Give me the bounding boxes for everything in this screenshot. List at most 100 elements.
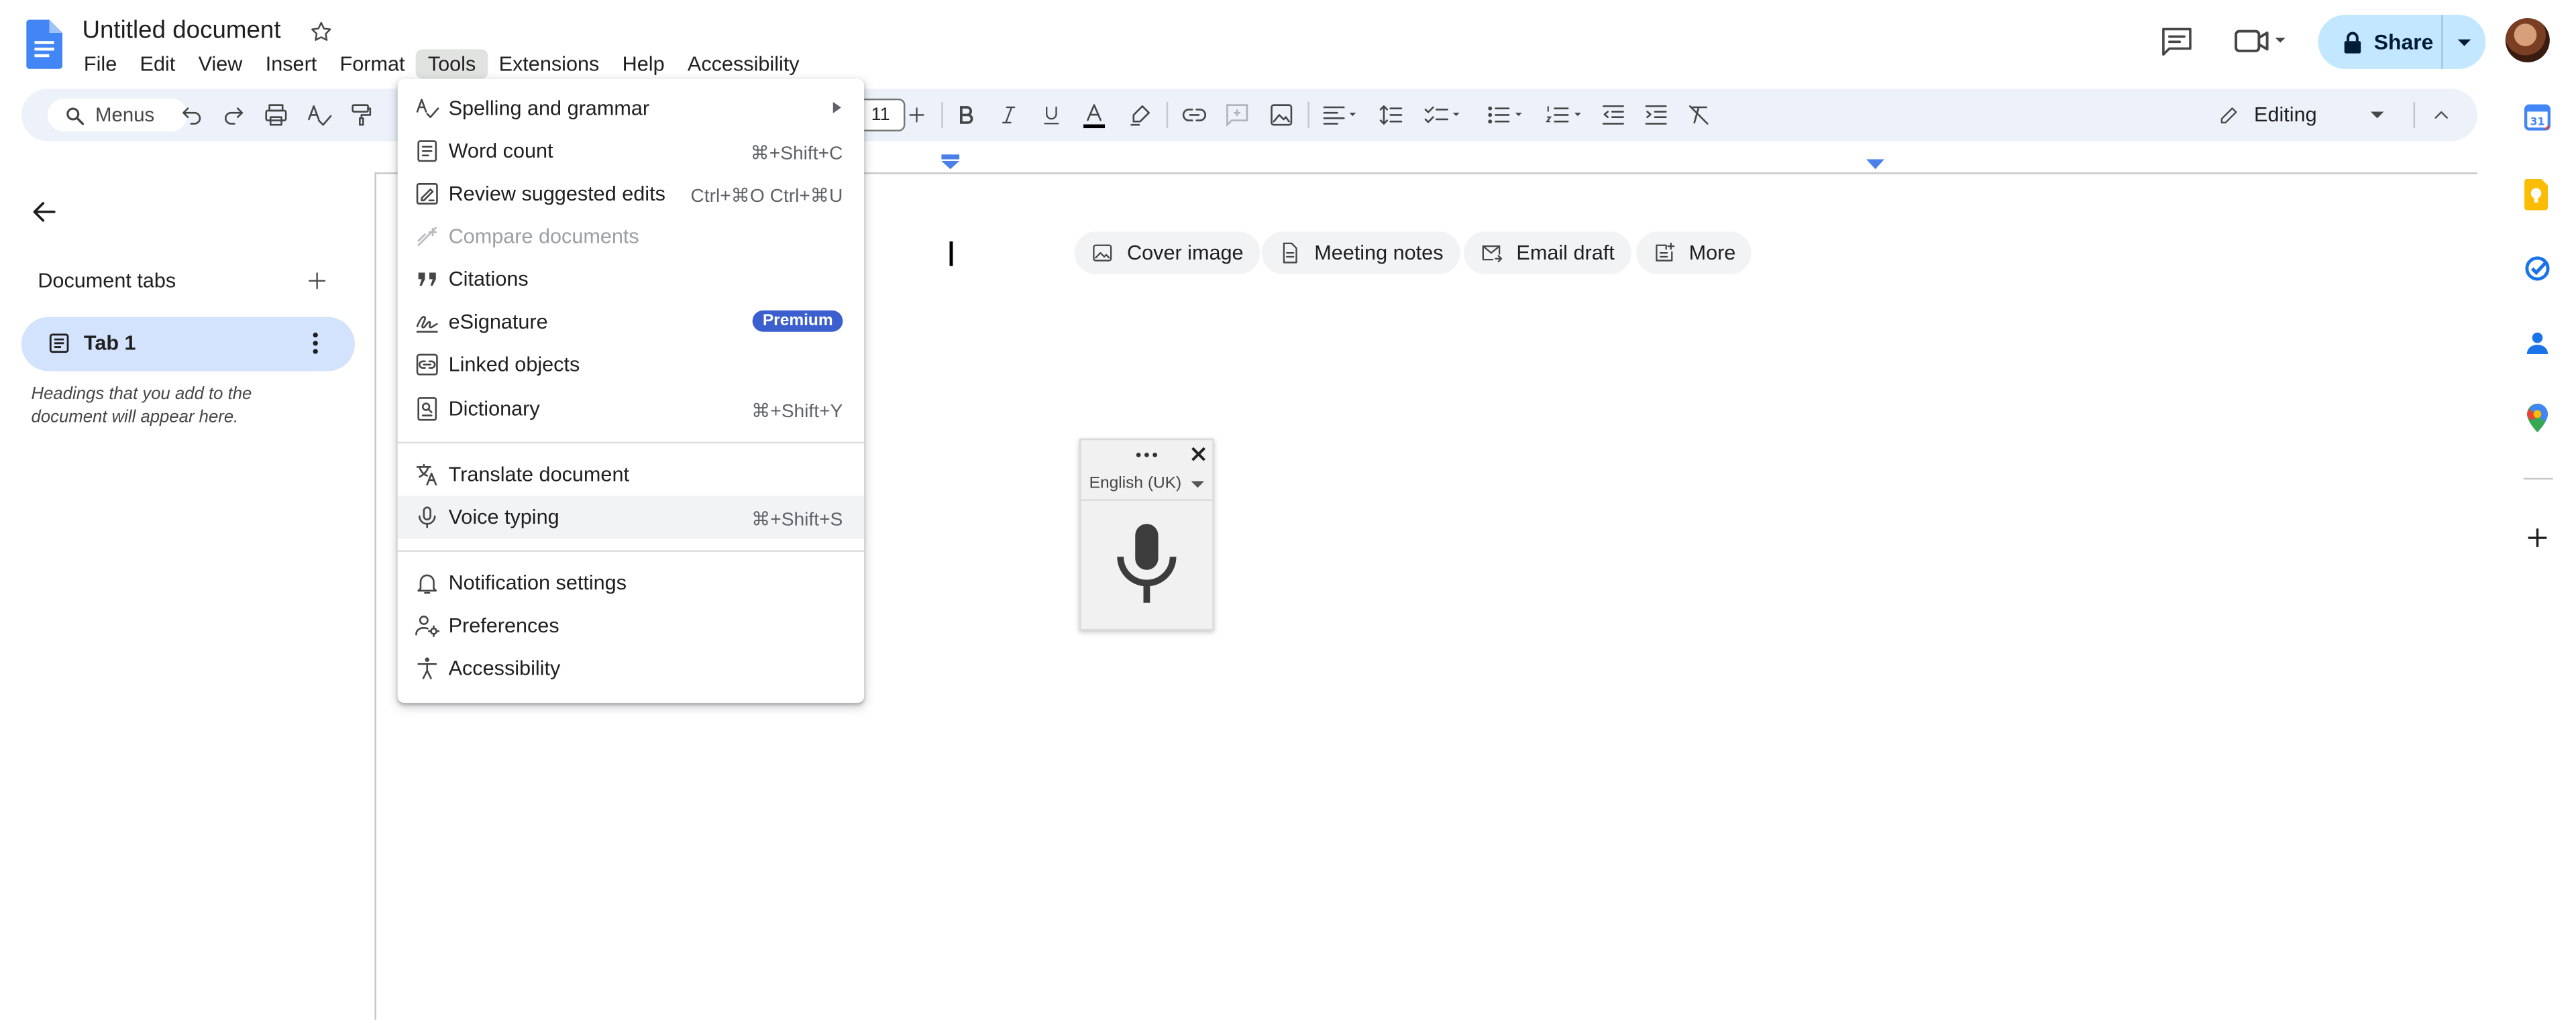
text-cursor [949,241,953,266]
voice-widget-drag-handle[interactable] [1081,440,1212,469]
share-button-group: Share [2318,15,2486,69]
undo-icon[interactable] [179,102,205,128]
share-button[interactable]: Share [2318,15,2442,69]
submenu-arrow-icon [833,101,841,113]
bold-icon[interactable] [955,102,977,128]
menu-insert[interactable]: Insert [254,49,329,78]
menus-search-input[interactable]: Menus [48,98,188,131]
increase-font-size-icon[interactable] [905,102,928,128]
voice-language-select[interactable]: English (UK) [1089,475,1181,493]
menu-item-notification-settings[interactable]: Notification settings [398,562,865,605]
checklist-icon[interactable] [1421,102,1467,128]
cover-image-chip[interactable]: Cover image [1074,231,1260,274]
ruler-indent-marker[interactable] [941,154,960,170]
chevron-up-icon[interactable] [2430,102,2453,128]
menu-item-esignature[interactable]: eSignature Premium [398,300,865,343]
chip-label: Cover image [1127,241,1244,265]
contacts-icon[interactable] [2524,329,2552,357]
menu-format[interactable]: Format [328,49,416,78]
add-icon[interactable] [2524,524,2552,552]
menu-item-word-count[interactable]: Word count ⌘+Shift+C [398,129,865,172]
editing-mode-selector[interactable]: Editing [2218,95,2415,135]
keep-icon[interactable] [2524,178,2552,211]
meet-video-icon[interactable] [2231,25,2290,58]
avatar[interactable] [2505,17,2550,63]
menus-search-label: Menus [95,103,155,127]
compare-icon [414,223,440,249]
italic-icon[interactable] [998,102,1020,128]
ruler-right-margin-marker[interactable] [1866,159,1885,171]
add-tab-icon[interactable] [306,270,329,292]
clear-formatting-icon[interactable] [1686,102,1712,128]
add-comment-icon[interactable] [1224,102,1250,128]
redo-icon[interactable] [220,102,246,128]
menu-extensions[interactable]: Extensions [487,49,610,78]
headings-hint-text: Headings that you add to the document wi… [31,384,252,427]
tasks-icon[interactable] [2524,255,2552,283]
editing-mode-label: Editing [2254,103,2317,127]
spellcheck-toolbar-icon[interactable] [306,102,332,128]
line-spacing-icon[interactable] [1377,102,1406,128]
menu-file[interactable]: File [72,49,129,78]
more-chip[interactable]: More [1636,231,1752,274]
numbered-list-icon[interactable] [1543,102,1589,128]
docs-logo-icon[interactable] [26,19,63,69]
paint-format-icon[interactable] [348,102,374,128]
menu-item-linked-objects[interactable]: Linked objects [398,343,865,386]
print-icon[interactable] [263,102,289,128]
svg-text:31: 31 [2530,115,2545,127]
insert-link-icon[interactable] [1181,102,1208,128]
accessibility-icon [414,655,440,681]
chip-label: More [1688,241,1736,265]
mic-icon [414,504,440,530]
menu-edit[interactable]: Edit [128,49,186,78]
calendar-icon[interactable]: 31 [2524,103,2552,131]
microphone-icon[interactable] [1116,520,1178,606]
tab-label: Tab 1 [83,331,136,355]
bulleted-list-icon[interactable] [1483,102,1529,128]
voice-typing-widget[interactable]: English (UK) [1079,438,1214,631]
more-vert-icon[interactable] [311,330,321,356]
menu-item-voice-typing[interactable]: Voice typing ⌘+Shift+S [397,496,865,539]
menu-tools[interactable]: Tools [416,49,488,79]
align-icon[interactable] [1320,102,1362,128]
decrease-indent-icon[interactable] [1600,102,1626,128]
meeting-notes-chip[interactable]: Meeting notes [1261,231,1460,274]
more-horiz-icon[interactable] [1135,451,1158,458]
share-label: Share [2373,30,2434,54]
menu-item-shortcut: ⌘+Shift+Y [751,402,843,422]
menu-help[interactable]: Help [610,49,676,78]
increase-indent-icon[interactable] [1643,102,1669,128]
text-color-icon[interactable] [1081,102,1107,130]
insert-image-icon[interactable] [1269,102,1295,128]
email-draft-chip[interactable]: Email draft [1464,231,1631,274]
maps-icon[interactable] [2524,402,2552,434]
menu-item-label: Dictionary [448,397,540,420]
formatting-toolbar: Menus 11 Editing [21,89,2478,141]
menu-item-shortcut: ⌘+Shift+S [751,510,843,531]
menu-item-review-suggested-edits[interactable]: Review suggested edits Ctrl+⌘O Ctrl+⌘U [398,172,865,215]
menu-item-preferences[interactable]: Preferences [398,604,865,647]
menu-item-label: Linked objects [448,353,580,376]
menu-item-dictionary[interactable]: Dictionary ⌘+Shift+Y [398,388,865,431]
document-title[interactable]: Untitled document [82,16,280,44]
tab-item-tab-1[interactable]: Tab 1 [21,317,355,372]
menu-accessibility[interactable]: Accessibility [676,49,811,78]
quote-icon [414,266,440,292]
star-icon[interactable] [309,19,333,44]
back-arrow-icon[interactable] [30,197,59,227]
menu-item-citations[interactable]: Citations [398,258,865,300]
menu-bar: File Edit View Insert Format Tools Exten… [72,49,811,79]
menu-item-spelling-and-grammar[interactable]: Spelling and grammar [398,87,865,130]
highlight-color-icon[interactable] [1127,102,1153,128]
underline-icon[interactable] [1040,102,1063,128]
document-tabs-heading: Document tabs [38,269,176,292]
share-dropdown-button[interactable] [2443,15,2486,69]
menu-item-accessibility[interactable]: Accessibility [398,647,865,690]
close-icon[interactable] [1189,445,1208,463]
comment-history-icon[interactable] [2159,25,2195,58]
menu-item-translate-document[interactable]: Translate document [398,453,865,496]
document-icon [1278,241,1301,264]
menu-view[interactable]: View [186,49,254,78]
toolbar-divider [1307,101,1309,129]
